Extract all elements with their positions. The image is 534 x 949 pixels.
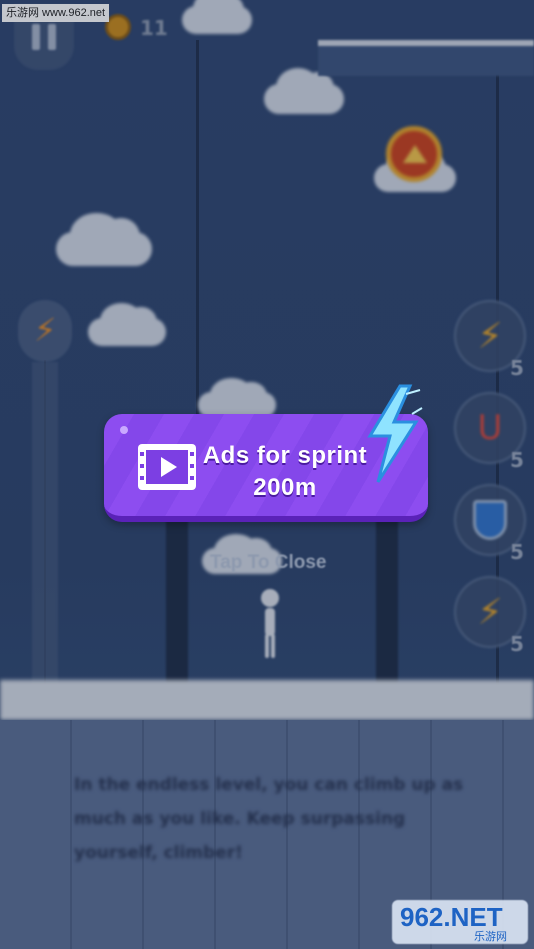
film-hole: [190, 464, 194, 468]
film-hole: [140, 452, 144, 456]
play-icon: [161, 457, 177, 477]
film-hole: [190, 452, 194, 456]
ad-offer-line2: 200m: [253, 474, 317, 501]
lightning-icon: [367, 384, 423, 483]
ad-offer-line1: Ads for sprint: [202, 442, 368, 469]
brand-watermark-sub: 乐游网: [474, 930, 507, 943]
film-hole: [140, 464, 144, 468]
banner-dot: [120, 426, 128, 434]
ad-offer-text: Ads for sprint 200m: [200, 440, 370, 504]
film-hole: [140, 476, 144, 480]
tap-to-close-label[interactable]: Tap To Close: [210, 552, 326, 574]
video-icon: [138, 444, 196, 490]
film-hole: [190, 476, 194, 480]
